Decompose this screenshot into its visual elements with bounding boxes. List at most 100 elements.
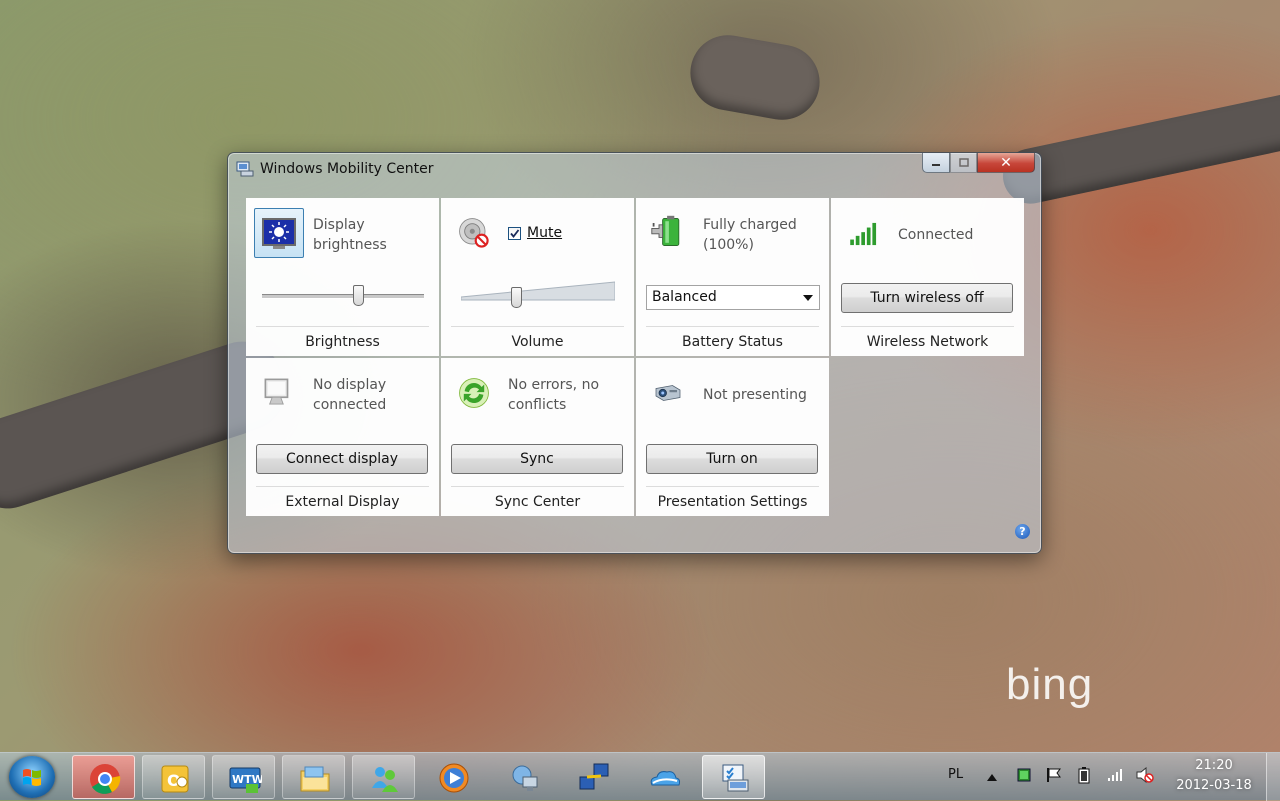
divider (646, 326, 819, 327)
volume-slider[interactable] (461, 280, 615, 308)
close-button[interactable]: ✕ (977, 153, 1035, 173)
mobility-center-window: Windows Mobility Center ✕ Display bright… (227, 152, 1042, 554)
windows-logo-icon (23, 769, 41, 786)
external-display-label: External Display (285, 494, 400, 510)
projector-icon (655, 385, 681, 401)
minimize-icon (932, 163, 940, 166)
clock-time: 21:20 (1195, 758, 1233, 773)
presentation-label: Presentation Settings (657, 494, 808, 510)
taskbar-network[interactable] (492, 755, 555, 799)
taskbar-messenger[interactable] (352, 755, 415, 799)
show-desktop-button[interactable] (1266, 753, 1280, 801)
messenger-icon (372, 767, 398, 792)
taskbar-media-player[interactable] (422, 755, 485, 799)
wallpaper-branch (684, 29, 826, 126)
connect-display-button[interactable]: Connect display (256, 444, 428, 474)
brightness-label-text: Brightness (305, 334, 380, 350)
language-indicator[interactable]: PL (948, 767, 963, 782)
turn-wireless-off-button[interactable]: Turn wireless off (841, 283, 1013, 313)
external-display-tile: No display connected Connect display Ext… (246, 358, 439, 516)
power-plan-dropdown[interactable]: Balanced (646, 285, 820, 310)
battery-status: Fully charged (100%) (703, 217, 797, 253)
taskbar-clock[interactable]: 21:20 2012-03-18 (1170, 756, 1258, 796)
bing-watermark: bing (1006, 660, 1094, 709)
wireless-tile: Connected Turn wireless off Wireless Net… (831, 198, 1024, 356)
media-player-icon (439, 763, 469, 793)
clock-date: 2012-03-18 (1176, 778, 1252, 793)
divider (841, 326, 1014, 327)
taskbar-explorer[interactable] (282, 755, 345, 799)
chrome-icon (90, 764, 121, 794)
monitor-icon (264, 378, 289, 405)
divider (646, 486, 819, 487)
wireless-status: Connected (898, 227, 974, 243)
checkmark-icon (510, 228, 520, 238)
mobility-center-icon (722, 764, 749, 792)
action-center-flag-icon[interactable] (1046, 767, 1062, 783)
wireless-label: Wireless Network (866, 334, 989, 350)
close-icon: ✕ (1000, 154, 1012, 171)
brightness-status: Display brightness (313, 217, 387, 253)
caption-buttons: ✕ (922, 153, 1035, 173)
sync-icon (459, 378, 489, 408)
volume-slider-track (461, 281, 615, 301)
remote-desktop-icon (579, 763, 609, 790)
presentation-status: Not presenting (703, 387, 807, 403)
taskbar-wtw[interactable]: WTW (212, 755, 275, 799)
volume-label: Volume (511, 334, 564, 350)
window-title: Windows Mobility Center (260, 161, 434, 177)
divider (451, 486, 624, 487)
skydrive-icon (650, 771, 681, 786)
speaker-muted-icon[interactable] (457, 216, 491, 250)
taskbar-mobility-center[interactable] (702, 755, 765, 799)
sync-tile: No errors, no conflicts Sync Sync Center (441, 358, 634, 516)
turn-on-presentation-button[interactable]: Turn on (646, 444, 818, 474)
brightness-label: Brightness (246, 334, 439, 350)
mute-label: Mute (527, 225, 563, 241)
taskbar: O WTW PL (0, 752, 1280, 801)
battery-tray-icon[interactable] (1076, 766, 1092, 784)
presentation-tile: Not presenting Turn on Presentation Sett… (636, 358, 829, 516)
taskbar-skydrive[interactable] (632, 755, 695, 799)
maximize-button (950, 153, 977, 173)
divider (451, 326, 624, 327)
help-icon[interactable]: ? (1015, 524, 1030, 539)
taskbar-chrome[interactable] (72, 755, 135, 799)
external-display-status: No display connected (313, 377, 387, 413)
power-plan-value: Balanced (652, 289, 717, 305)
volume-muted-tray-icon[interactable] (1136, 767, 1154, 783)
volume-slider-thumb[interactable] (511, 287, 522, 308)
start-button[interactable] (9, 756, 55, 798)
outlook-icon: O (161, 765, 189, 793)
network-icon (512, 765, 538, 791)
mute-checkbox[interactable] (508, 226, 521, 240)
sync-label: Sync Center (494, 494, 581, 510)
brightness-slider[interactable] (262, 284, 424, 308)
network-signal-tray-icon[interactable] (1107, 768, 1123, 782)
show-hidden-icons-icon[interactable] (987, 773, 997, 781)
explorer-icon (300, 766, 330, 792)
brightness-slider-track (262, 294, 424, 299)
mobility-center-app-icon (236, 161, 254, 177)
mute-checkbox-wrap[interactable]: Mute (508, 225, 562, 241)
minimize-button[interactable] (922, 153, 950, 173)
chevron-down-icon[interactable] (803, 295, 813, 301)
brightness-slider-thumb[interactable] (353, 285, 364, 306)
tray-app-icon[interactable] (1017, 768, 1031, 782)
signal-strength-icon (850, 222, 877, 246)
volume-tile: Mute Volume (441, 198, 634, 356)
title-bar[interactable]: Windows Mobility Center ✕ (228, 153, 1041, 187)
taskbar-remote-desktop[interactable] (562, 755, 625, 799)
battery-label: Battery Status (682, 334, 783, 350)
sync-status: No errors, no conflicts (508, 377, 600, 413)
battery-tile: Fully charged (100%) Balanced Battery St… (636, 198, 829, 356)
divider (256, 326, 429, 327)
wtw-icon: WTW (229, 767, 262, 793)
maximize-icon (958, 158, 969, 167)
battery-icon (651, 215, 680, 246)
sync-button[interactable]: Sync (451, 444, 623, 474)
display-brightness-icon[interactable] (254, 208, 304, 258)
divider (256, 486, 429, 487)
brightness-tile: Display brightness Brightness (246, 198, 439, 356)
taskbar-outlook[interactable]: O (142, 755, 205, 799)
